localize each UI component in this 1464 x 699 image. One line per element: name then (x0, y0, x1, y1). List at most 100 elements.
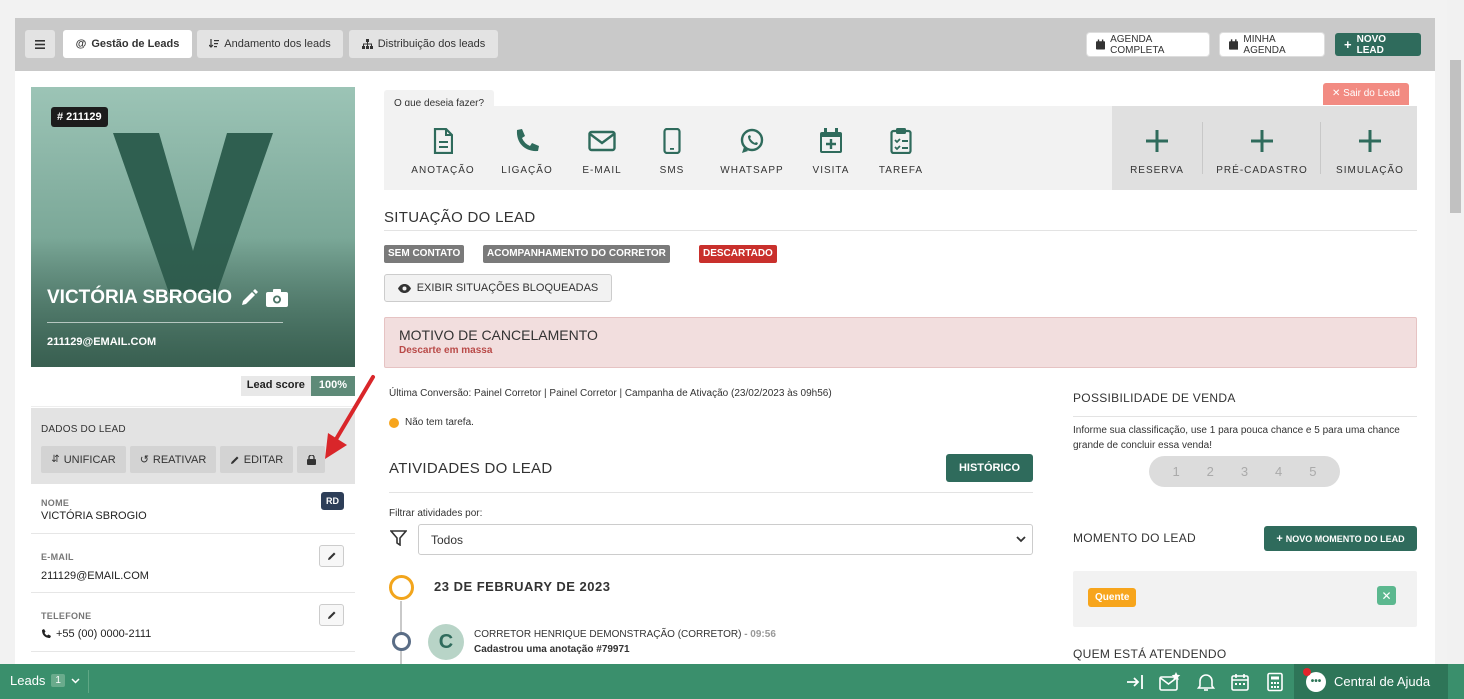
leads-menu[interactable]: Leads 1 (10, 673, 80, 688)
plus-icon: + (1276, 532, 1283, 545)
unificar-button[interactable]: ⇵ UNIFICAR (41, 446, 126, 473)
momento-box: Quente ✕ (1073, 571, 1417, 627)
undo-icon: ↺ (139, 454, 149, 466)
action-whatsapp[interactable]: WHATSAPP (717, 128, 787, 176)
divider (1073, 416, 1417, 417)
reativar-button[interactable]: ↺ REATIVAR (130, 446, 216, 473)
tab-andamento-dos-leads[interactable]: Andamento dos leads (197, 30, 343, 58)
calendar-icon (1229, 39, 1239, 50)
lead-name-row: VICTÓRIA SBROGIO (47, 287, 289, 309)
agenda-completa-button[interactable]: AGENDA COMPLETA (1087, 33, 1209, 56)
action-label: PRÉ-CADASTRO (1216, 165, 1308, 176)
tag-acompanhamento[interactable]: ACOMPANHAMENTO DO CORRETOR (483, 245, 670, 263)
calculator-icon[interactable] (1265, 672, 1285, 692)
avatar: C (428, 624, 464, 660)
camera-icon[interactable] (266, 289, 289, 307)
tag-descartado[interactable]: DESCARTADO (699, 245, 777, 263)
action-label: LIGAÇÃO (501, 165, 553, 176)
scrollbar-thumb[interactable] (1450, 60, 1461, 213)
action-simulacao[interactable]: SIMULAÇÃO (1332, 128, 1408, 176)
action-visita[interactable]: VISITA (796, 128, 866, 176)
filtro-value: Todos (431, 533, 464, 547)
unificar-label: UNIFICAR (63, 453, 116, 466)
status-dot-icon (389, 417, 399, 428)
tab-label: Gestão de Leads (91, 38, 180, 50)
central-de-ajuda-button[interactable]: ••• Central de Ajuda (1294, 664, 1448, 699)
bottom-bar: Leads 1 ••• Central de Ajuda (0, 664, 1464, 699)
filter-icon (390, 530, 407, 546)
novo-momento-button[interactable]: + NOVO MOMENTO DO LEAD (1264, 526, 1417, 551)
phone-icon (516, 129, 539, 152)
action-ligacao[interactable]: LIGAÇÃO (492, 128, 562, 176)
action-reserva[interactable]: RESERVA (1126, 128, 1188, 176)
bell-icon[interactable] (1196, 672, 1216, 692)
editar-button[interactable]: EDITAR (220, 446, 293, 473)
action-pre-cadastro[interactable]: PRÉ-CADASTRO (1212, 128, 1312, 176)
action-sms[interactable]: SMS (637, 127, 707, 176)
calendar-icon (1096, 39, 1106, 50)
agenda-completa-label: AGENDA COMPLETA (1110, 33, 1165, 56)
momento-badge: Quente (1088, 588, 1137, 607)
lead-email: 211129@EMAIL.COM (47, 336, 157, 348)
atividades-title: ATIVIDADES DO LEAD (389, 460, 553, 477)
rating-1[interactable]: 1 (1172, 464, 1179, 479)
rating-5[interactable]: 5 (1309, 464, 1316, 479)
timeline-entry-marker (392, 632, 411, 651)
quem-atendendo-title: QUEM ESTÁ ATENDENDO (1073, 647, 1227, 661)
menu-button[interactable] (25, 30, 55, 58)
plus-icon (1146, 130, 1168, 152)
divider (389, 492, 1033, 493)
rating-2[interactable]: 2 (1207, 464, 1214, 479)
field-telefone: TELEFONE +55 (00) 0000-2111 (31, 593, 355, 652)
chevron-down-icon (71, 677, 80, 684)
exibir-bloqueadas-button[interactable]: EXIBIR SITUAÇÕES BLOQUEADAS (384, 274, 612, 302)
action-label: ANOTAÇÃO (411, 165, 475, 176)
novo-lead-button[interactable]: + NOVO LEAD (1335, 33, 1421, 56)
rating-4[interactable]: 4 (1275, 464, 1282, 479)
tab-gestao-de-leads[interactable]: @ Gestão de Leads (63, 30, 192, 58)
nome-value: VICTÓRIA SBROGIO (41, 510, 147, 522)
motivo-cancelamento: MOTIVO DE CANCELAMENTO Descarte em massa (384, 317, 1417, 368)
whatsapp-icon (740, 128, 764, 153)
mobile-icon (663, 127, 681, 155)
minha-agenda-button[interactable]: MINHA AGENDA (1220, 33, 1324, 56)
timeline-date: 23 DE FEBRUARY DE 2023 (434, 579, 611, 594)
action-anotacao[interactable]: ANOTAÇÃO (408, 127, 478, 176)
pencil-icon[interactable] (240, 289, 259, 307)
lead-hero: # 211129 VICTÓRIA SBROGIO 211129@EMAIL.C… (31, 87, 355, 367)
sair-do-lead-button[interactable]: ✕ Sair do Lead (1323, 83, 1409, 105)
edit-telefone-button[interactable] (319, 604, 344, 626)
action-bar-extra: RESERVA PRÉ-CADASTRO SIMULAÇÃO (1112, 106, 1417, 190)
exibir-label: EXIBIR SITUAÇÕES BLOQUEADAS (416, 282, 599, 294)
action-label: SMS (659, 165, 685, 176)
leads-count: 1 (51, 674, 65, 687)
remove-momento-button[interactable]: ✕ (1377, 586, 1396, 605)
calendar-icon[interactable] (1230, 672, 1250, 692)
action-tarefa[interactable]: TAREFA (866, 128, 936, 176)
historico-button[interactable]: HISTÓRICO (946, 454, 1033, 482)
close-icon: ✕ (1332, 88, 1341, 99)
action-email[interactable]: E-MAIL (567, 128, 637, 176)
action-label: SIMULAÇÃO (1336, 165, 1404, 176)
envelope-star-icon[interactable] (1159, 672, 1181, 692)
close-icon: ✕ (1381, 588, 1392, 603)
action-label: WHATSAPP (720, 165, 784, 176)
tab-distribuicao-dos-leads[interactable]: Distribuição dos leads (349, 30, 498, 58)
central-de-ajuda-label: Central de Ajuda (1334, 674, 1431, 689)
edit-email-button[interactable] (319, 545, 344, 567)
telefone-row: +55 (00) 0000-2111 (41, 628, 151, 640)
plus-icon (1251, 130, 1273, 152)
sign-in-icon[interactable] (1125, 672, 1145, 692)
at-icon: @ (75, 38, 87, 50)
red-arrow-icon (325, 375, 375, 459)
sitemap-icon (361, 39, 373, 49)
rating-3[interactable]: 3 (1241, 464, 1248, 479)
action-bar: ANOTAÇÃO LIGAÇÃO E-MAIL SMS WHATSAPP VIS… (384, 106, 1113, 190)
tarefa-status-row: Não tem tarefa. (389, 417, 474, 428)
lead-score-row: Lead score 100% (31, 367, 355, 407)
tag-sem-contato[interactable]: SEM CONTATO (384, 245, 465, 263)
action-label: VISITA (812, 165, 850, 176)
divider (1202, 122, 1203, 174)
compress-icon: ⇵ (51, 454, 60, 465)
filtro-atividades-select[interactable]: Todos (418, 524, 1033, 555)
